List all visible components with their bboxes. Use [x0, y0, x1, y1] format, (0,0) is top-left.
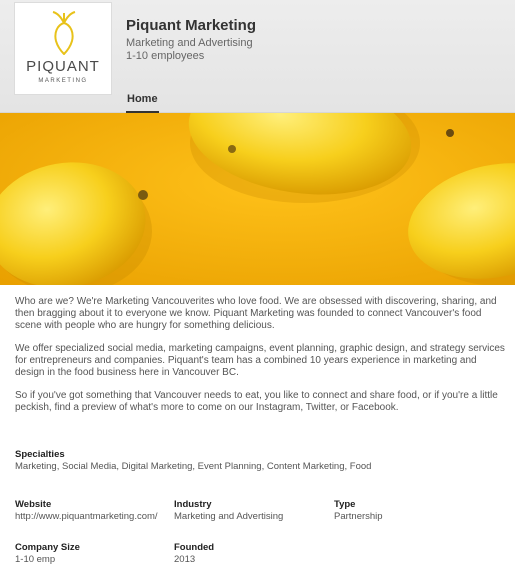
- lemons-banner-image: [0, 113, 515, 285]
- tab-home[interactable]: Home: [126, 93, 159, 113]
- industry-value: Marketing and Advertising: [174, 511, 284, 522]
- lemon-logo-icon: [52, 11, 76, 55]
- specialties-value: Marketing, Social Media, Digital Marketi…: [15, 461, 372, 472]
- website-link[interactable]: http://www.piquantmarketing.com/: [15, 511, 158, 522]
- company-size: 1-10 employees: [126, 50, 205, 62]
- cover-image: [0, 113, 515, 285]
- company-industry: Marketing and Advertising: [126, 37, 253, 49]
- type-label: Type: [334, 499, 356, 510]
- website-label: Website: [15, 499, 52, 510]
- company-header: PIQUANT MARKETING Piquant Marketing Mark…: [0, 0, 515, 113]
- industry-label: Industry: [174, 499, 212, 510]
- type-value: Partnership: [334, 511, 383, 522]
- description-paragraph: We offer specialized social media, marke…: [15, 343, 505, 378]
- company-description: Who are we? We're Marketing Vancouverite…: [15, 296, 505, 425]
- description-paragraph: Who are we? We're Marketing Vancouverite…: [15, 296, 497, 331]
- company-name: Piquant Marketing: [126, 17, 257, 34]
- description-paragraph: So if you've got something that Vancouve…: [15, 390, 498, 413]
- logo-tagline: MARKETING: [38, 78, 88, 84]
- specialties-label: Specialties: [15, 449, 65, 460]
- founded-label: Founded: [174, 542, 215, 553]
- company-logo[interactable]: PIQUANT MARKETING: [14, 2, 112, 95]
- logo-wordmark: PIQUANT: [26, 58, 100, 75]
- company-size-value: 1-10 emp: [15, 554, 56, 565]
- founded-value: 2013: [174, 554, 196, 565]
- company-size-label: Company Size: [15, 542, 80, 553]
